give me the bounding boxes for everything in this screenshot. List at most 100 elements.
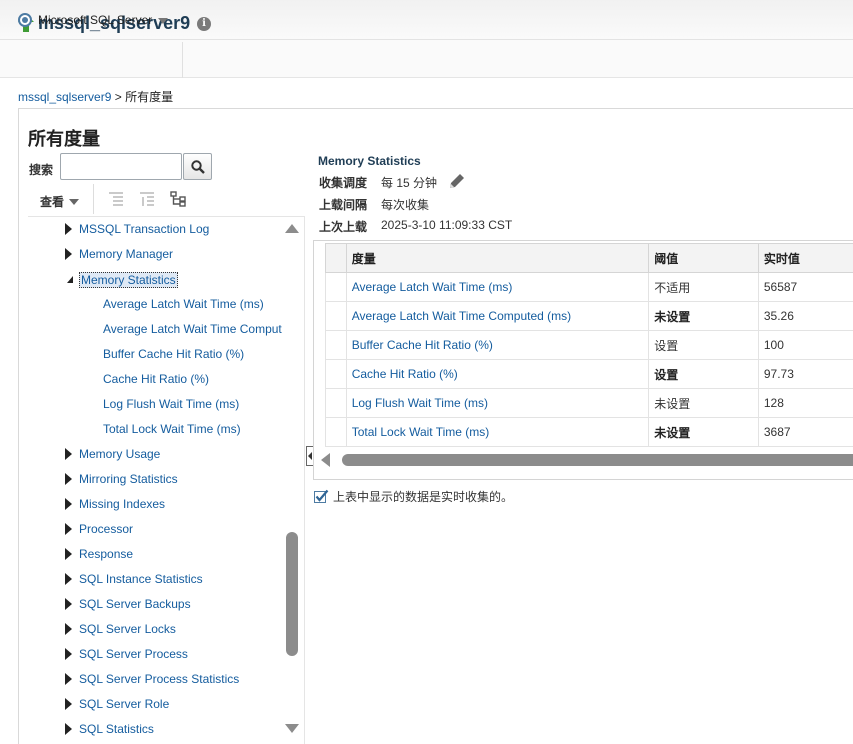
tree-leaf[interactable]: Average Latch Wait Time Comput bbox=[28, 317, 305, 342]
schedule-value: 每 15 分钟 bbox=[381, 176, 438, 190]
expand-triangle-icon[interactable] bbox=[65, 548, 72, 560]
realtime-value-cell: 35.26 bbox=[757, 301, 853, 331]
table-row[interactable]: Log Flush Wait Time (ms) 未设置 128 bbox=[325, 388, 853, 418]
tree-item-label[interactable]: SQL Server Process Statistics bbox=[79, 667, 239, 692]
tree-item-label[interactable]: SQL Server Locks bbox=[79, 617, 176, 642]
tree-item-label[interactable]: SQL Instance Statistics bbox=[79, 567, 203, 592]
table-row[interactable]: Buffer Cache Hit Ratio (%) 设置 100 bbox=[325, 330, 853, 360]
tree-node[interactable]: Response bbox=[28, 542, 305, 567]
tree-leaf[interactable]: Buffer Cache Hit Ratio (%) bbox=[28, 342, 305, 367]
tree-node[interactable]: SQL Statistics bbox=[28, 717, 305, 742]
table-row[interactable]: Average Latch Wait Time Computed (ms) 未设置… bbox=[325, 301, 853, 331]
collapse-triangle-icon[interactable] bbox=[67, 276, 73, 283]
metric-link[interactable]: Log Flush Wait Time (ms) bbox=[345, 388, 650, 418]
tree-node[interactable]: Memory Manager bbox=[28, 242, 305, 267]
tree-node[interactable]: SQL Server Process bbox=[28, 642, 305, 667]
table-row[interactable]: Average Latch Wait Time (ms) 不适用 56587 bbox=[325, 272, 853, 302]
expand-triangle-icon[interactable] bbox=[65, 523, 72, 535]
row-selector[interactable] bbox=[325, 359, 347, 389]
metric-link[interactable]: Cache Hit Ratio (%) bbox=[345, 359, 650, 389]
tree-node[interactable]: SQL Server Backups bbox=[28, 592, 305, 617]
expand-triangle-icon[interactable] bbox=[65, 673, 72, 685]
tree-leaf[interactable]: Cache Hit Ratio (%) bbox=[28, 367, 305, 392]
tree-item-label[interactable]: SQL Server Backups bbox=[79, 592, 191, 617]
tree-node[interactable]: Processor bbox=[28, 517, 305, 542]
tree-node[interactable]: SQL Server Locks bbox=[28, 617, 305, 642]
row-selector[interactable] bbox=[325, 330, 347, 360]
expand-triangle-icon[interactable] bbox=[65, 623, 72, 635]
tree-node[interactable]: Mirroring Statistics bbox=[28, 467, 305, 492]
row-selector[interactable] bbox=[325, 417, 347, 447]
column-header-threshold[interactable]: 阈值 bbox=[648, 243, 759, 273]
expand-triangle-icon[interactable] bbox=[65, 573, 72, 585]
tree-item-label[interactable]: SQL Statistics bbox=[79, 717, 154, 742]
metric-link[interactable]: Buffer Cache Hit Ratio (%) bbox=[345, 330, 650, 360]
target-menu-button[interactable]: Microsoft SQL Server bbox=[18, 10, 169, 30]
table-row[interactable]: Total Lock Wait Time (ms) 未设置 3687 bbox=[325, 417, 853, 447]
tree-item-label[interactable]: Log Flush Wait Time (ms) bbox=[103, 392, 239, 417]
metric-link[interactable]: Average Latch Wait Time (ms) bbox=[345, 272, 650, 302]
tree-node[interactable]: MSSQL Transaction Log bbox=[28, 217, 305, 242]
scrollbar-thumb[interactable] bbox=[342, 454, 853, 466]
tree-item-label[interactable]: Mirroring Statistics bbox=[79, 467, 178, 492]
tree-leaf[interactable]: Log Flush Wait Time (ms) bbox=[28, 392, 305, 417]
tree-item-label[interactable]: Memory Manager bbox=[79, 242, 173, 267]
expand-triangle-icon[interactable] bbox=[65, 498, 72, 510]
tree-node[interactable]: SQL Server Role bbox=[28, 692, 305, 717]
tree-item-label[interactable]: Average Latch Wait Time Comput bbox=[103, 317, 282, 342]
tree-leaf[interactable]: Total Lock Wait Time (ms) bbox=[28, 417, 305, 442]
scrollbar-thumb[interactable] bbox=[286, 532, 298, 656]
expand-triangle-icon[interactable] bbox=[65, 698, 72, 710]
table-row[interactable]: Cache Hit Ratio (%) 设置 97.73 bbox=[325, 359, 853, 389]
breadcrumb-link-target[interactable]: mssql_sqlserver9 bbox=[18, 90, 111, 104]
expand-all-icon[interactable] bbox=[108, 191, 124, 207]
search-input[interactable] bbox=[60, 153, 182, 180]
pane-splitter[interactable] bbox=[304, 216, 305, 744]
tree-item-label[interactable]: SQL Server Process bbox=[79, 642, 188, 667]
column-header-realtime-value[interactable]: 实时值 bbox=[757, 243, 853, 273]
table-horizontal-scrollbar[interactable] bbox=[321, 451, 853, 467]
expand-triangle-icon[interactable] bbox=[65, 223, 72, 235]
scroll-down-icon[interactable] bbox=[285, 724, 299, 733]
tree-item-label[interactable]: Total Lock Wait Time (ms) bbox=[103, 417, 241, 442]
scroll-left-icon[interactable] bbox=[321, 453, 330, 467]
tree-leaf[interactable]: Average Latch Wait Time (ms) bbox=[28, 292, 305, 317]
expand-triangle-icon[interactable] bbox=[65, 473, 72, 485]
tree-node[interactable]: SQL Server Process Statistics bbox=[28, 667, 305, 692]
tree-node[interactable]: Memory Usage bbox=[28, 442, 305, 467]
pencil-icon[interactable] bbox=[448, 172, 466, 190]
tree-item-label[interactable]: Missing Indexes bbox=[79, 492, 165, 517]
expand-triangle-icon[interactable] bbox=[65, 598, 72, 610]
tree-item-label[interactable]: Response bbox=[79, 542, 133, 567]
breadcrumb: mssql_sqlserver9 > 所有度量 bbox=[18, 88, 173, 105]
tree-item-label[interactable]: Cache Hit Ratio (%) bbox=[103, 367, 209, 392]
expand-triangle-icon[interactable] bbox=[65, 648, 72, 660]
tree-item-label[interactable]: Average Latch Wait Time (ms) bbox=[103, 292, 264, 317]
column-header-metric[interactable]: 度量 bbox=[345, 243, 650, 273]
metric-link[interactable]: Average Latch Wait Time Computed (ms) bbox=[345, 301, 650, 331]
tree-scrollbar[interactable] bbox=[284, 218, 300, 740]
tree-item-label[interactable]: Memory Usage bbox=[79, 442, 160, 467]
row-selector[interactable] bbox=[325, 388, 347, 418]
tree-item-label[interactable]: SQL Server Role bbox=[79, 692, 169, 717]
expand-triangle-icon[interactable] bbox=[65, 248, 72, 260]
row-selector[interactable] bbox=[325, 301, 347, 331]
tree-item-label[interactable]: Memory Statistics bbox=[79, 272, 178, 288]
tree-node[interactable]: Missing Indexes bbox=[28, 492, 305, 517]
info-icon[interactable]: i bbox=[197, 17, 211, 31]
tree-node[interactable]: SQL Instance Statistics bbox=[28, 567, 305, 592]
metric-link[interactable]: Total Lock Wait Time (ms) bbox=[345, 417, 650, 447]
tree-item-label[interactable]: Processor bbox=[79, 517, 133, 542]
tree-node[interactable]: Memory Statistics bbox=[28, 267, 305, 292]
row-selector[interactable] bbox=[325, 272, 347, 302]
expand-triangle-icon[interactable] bbox=[65, 723, 72, 735]
search-button[interactable] bbox=[183, 153, 212, 180]
hierarchy-icon[interactable] bbox=[170, 191, 186, 207]
tree-item-label[interactable]: MSSQL Transaction Log bbox=[79, 217, 209, 242]
tree-item-label[interactable]: Buffer Cache Hit Ratio (%) bbox=[103, 342, 244, 367]
expand-triangle-icon[interactable] bbox=[65, 448, 72, 460]
database-target-icon bbox=[18, 13, 32, 27]
scroll-up-icon[interactable] bbox=[285, 224, 299, 233]
view-menu[interactable]: 查看 bbox=[40, 193, 80, 210]
collapse-all-icon[interactable] bbox=[139, 191, 155, 207]
